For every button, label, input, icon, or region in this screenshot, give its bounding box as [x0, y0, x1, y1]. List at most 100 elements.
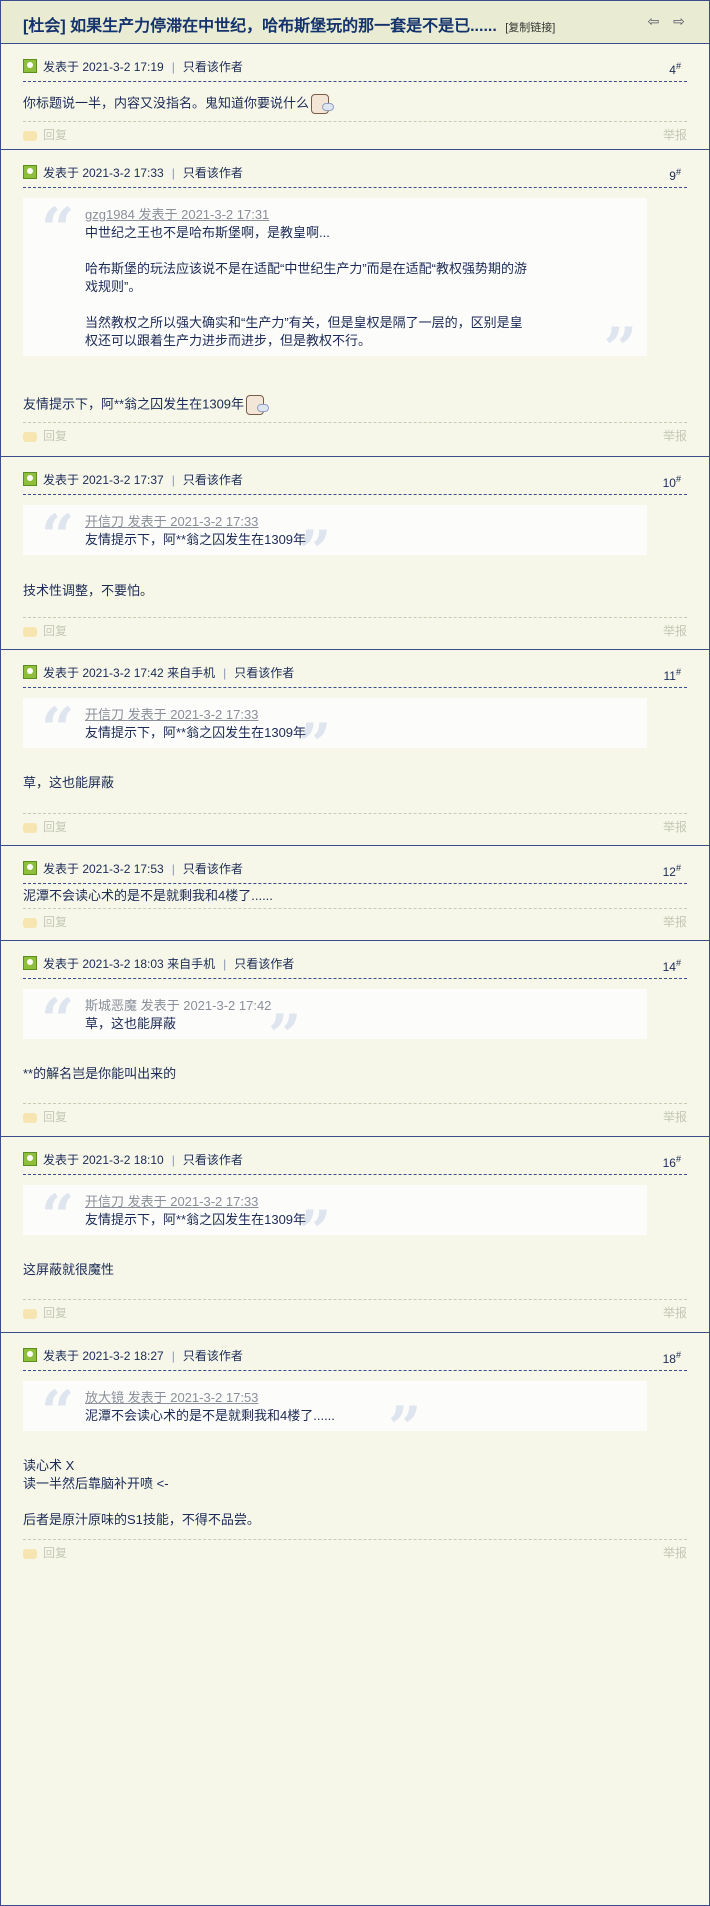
post-text: 你标题说一半，内容又没指名。鬼知道你要说什么 — [23, 95, 310, 111]
post-meta: 发表于 2021-3-2 18:03 来自手机 | 只看该作者 — [43, 957, 295, 971]
next-thread-icon[interactable]: ⇨ — [671, 13, 687, 29]
report-button[interactable]: 举报 — [663, 427, 687, 444]
post-content: 友情提示下，阿**翁之囚发生在1309年 — [23, 393, 687, 417]
post-meta: 发表于 2021-3-2 18:27 | 只看该作者 — [43, 1349, 243, 1363]
floor-number[interactable]: 16# — [663, 1154, 681, 1170]
only-author-link[interactable]: 只看该作者 — [234, 666, 294, 680]
only-author-link[interactable]: 只看该作者 — [183, 166, 243, 180]
quote-block: “ ” 开信刀 发表于 2021-3-2 17:33 友情提示下，阿**翁之囚发… — [23, 1185, 647, 1261]
post-header: 发表于 2021-3-2 18:10 | 只看该作者 16# — [23, 1150, 687, 1175]
only-author-link[interactable]: 只看该作者 — [183, 1153, 243, 1167]
post-footer: 回复 举报 — [23, 422, 687, 445]
post-footer: 回复 举报 — [23, 1539, 687, 1562]
floor-number[interactable]: 10# — [663, 474, 681, 490]
post-text: 泥潭不会读心术的是不是就剩我和4楼了...... — [23, 888, 273, 903]
quote-source-link[interactable]: gzg1984 发表于 2021-3-2 17:31 — [85, 206, 567, 224]
post-content: **的解名岂是你能叫出来的 — [23, 1065, 687, 1083]
floor-number[interactable]: 14# — [663, 958, 681, 974]
quote-source-link[interactable]: 放大镜 发表于 2021-3-2 17:53 — [85, 1389, 567, 1407]
post-header: 发表于 2021-3-2 17:19 | 只看该作者 4# — [23, 57, 687, 82]
user-avatar-icon — [23, 472, 37, 486]
post-content: 读心术 X 读一半然后靠脑补开喷 <- 后者是原汁原味的S1技能，不得不品尝。 — [23, 1457, 687, 1529]
reply-button[interactable]: 回复 — [23, 818, 67, 835]
user-avatar-icon — [23, 956, 37, 970]
reply-button[interactable]: 回复 — [23, 1544, 67, 1561]
post-floor-16: 发表于 2021-3-2 18:10 | 只看该作者 16# “ ” 开信刀 发表于… — [1, 1137, 709, 1333]
only-author-link[interactable]: 只看该作者 — [183, 1349, 243, 1363]
copy-link-button[interactable]: [复制链接] — [505, 22, 555, 34]
only-author-link[interactable]: 只看该作者 — [183, 473, 243, 487]
report-button[interactable]: 举报 — [663, 126, 687, 143]
post-footer: 回复 举报 — [23, 813, 687, 836]
only-author-link[interactable]: 只看该作者 — [234, 957, 294, 971]
post-meta: 发表于 2021-3-2 17:37 | 只看该作者 — [43, 473, 243, 487]
post-header: 发表于 2021-3-2 18:27 | 只看该作者 18# — [23, 1346, 687, 1371]
post-floor-4: 发表于 2021-3-2 17:19 | 只看该作者 4# 你标题说一半，内容又没指… — [1, 44, 709, 150]
only-author-link[interactable]: 只看该作者 — [183, 862, 243, 876]
emoticon-icon — [246, 393, 270, 417]
post-content: 草，这也能屏蔽 — [23, 774, 687, 792]
reply-button[interactable]: 回复 — [23, 1304, 67, 1321]
report-button[interactable]: 举报 — [663, 1108, 687, 1125]
quote-source-link[interactable]: 开信刀 发表于 2021-3-2 17:33 — [85, 706, 567, 724]
post-floor-12: 发表于 2021-3-2 17:53 | 只看该作者 12# 泥潭不会读心术的是不是… — [1, 846, 709, 941]
post-time: 发表于 2021-3-2 17:37 — [43, 473, 164, 487]
quote-line: 哈布斯堡的玩法应该说不是在适配“中世纪生产力”而是在适配“教权强势期的游 — [85, 261, 527, 276]
open-quote-icon: “ — [41, 986, 75, 1054]
only-author-link[interactable]: 只看该作者 — [183, 60, 243, 74]
open-quote-icon: “ — [41, 1378, 75, 1446]
reply-icon — [23, 917, 37, 928]
reply-icon — [23, 1308, 37, 1319]
quote-block: “ ” 开信刀 发表于 2021-3-2 17:33 友情提示下，阿**翁之囚发… — [23, 505, 647, 581]
post-header: 发表于 2021-3-2 17:53 | 只看该作者 12# — [23, 859, 687, 884]
post-meta: 发表于 2021-3-2 17:19 | 只看该作者 — [43, 60, 243, 74]
thread-nav: ⇦ ⇨ — [639, 13, 687, 29]
floor-number[interactable]: 4# — [669, 61, 681, 77]
report-button[interactable]: 举报 — [663, 913, 687, 930]
floor-number[interactable]: 12# — [663, 863, 681, 879]
quote-line: 泥潭不会读心术的是不是就剩我和4楼了...... — [85, 1408, 335, 1423]
post-time: 发表于 2021-3-2 17:19 — [43, 60, 164, 74]
user-avatar-icon — [23, 59, 37, 73]
reply-button[interactable]: 回复 — [23, 622, 67, 639]
post-footer: 回复 举报 — [23, 121, 687, 144]
post-footer: 回复 举报 — [23, 1299, 687, 1322]
post-meta: 发表于 2021-3-2 17:42 来自手机 | 只看该作者 — [43, 666, 295, 680]
open-quote-icon: “ — [41, 502, 75, 570]
post-header: 发表于 2021-3-2 17:42 来自手机 | 只看该作者 11# — [23, 663, 687, 688]
post-time: 发表于 2021-3-2 18:10 — [43, 1153, 164, 1167]
close-quote-icon: ” — [603, 315, 637, 383]
user-avatar-icon — [23, 665, 37, 679]
post-floor-10: 发表于 2021-3-2 17:37 | 只看该作者 10# “ ” 开信刀 发表于… — [1, 457, 709, 650]
quote-line: 友情提示下，阿**翁之囚发生在1309年 — [85, 1212, 307, 1227]
reply-button[interactable]: 回复 — [23, 1108, 67, 1125]
post-text: 技术性调整，不要怕。 — [23, 583, 154, 598]
report-button[interactable]: 举报 — [663, 818, 687, 835]
thread-header: [杜会] 如果生产力停滞在中世纪，哈布斯堡玩的那一套是不是已...... [复制… — [1, 1, 709, 44]
post-floor-9: 发表于 2021-3-2 17:33 | 只看该作者 9# “ ” gzg1984 … — [1, 150, 709, 457]
thread-title-text: [杜会] 如果生产力停滞在中世纪，哈布斯堡玩的那一套是不是已...... — [23, 18, 497, 35]
post-time: 发表于 2021-3-2 17:42 来自手机 — [43, 666, 216, 680]
reply-button[interactable]: 回复 — [23, 126, 67, 143]
reply-button[interactable]: 回复 — [23, 427, 67, 444]
floor-number[interactable]: 9# — [669, 167, 681, 183]
quote-line: 友情提示下，阿**翁之囚发生在1309年 — [85, 725, 307, 740]
reply-icon — [23, 130, 37, 141]
post-floor-18: 发表于 2021-3-2 18:27 | 只看该作者 18# “ ” 放大镜 发表于… — [1, 1333, 709, 1904]
quote-line — [85, 242, 567, 260]
report-button[interactable]: 举报 — [663, 622, 687, 639]
quote-source-link[interactable]: 开信刀 发表于 2021-3-2 17:33 — [85, 513, 567, 531]
quote-line: 友情提示下，阿**翁之囚发生在1309年 — [85, 532, 307, 547]
post-content: 这屏蔽就很魔性 — [23, 1261, 687, 1279]
emoticon-icon — [311, 92, 335, 116]
floor-number[interactable]: 11# — [664, 667, 681, 683]
reply-button[interactable]: 回复 — [23, 913, 67, 930]
report-button[interactable]: 举报 — [663, 1544, 687, 1561]
report-button[interactable]: 举报 — [663, 1304, 687, 1321]
quote-source-link[interactable]: 开信刀 发表于 2021-3-2 17:33 — [85, 1193, 567, 1211]
floor-number[interactable]: 18# — [663, 1350, 681, 1366]
reply-icon — [23, 1548, 37, 1559]
post-time: 发表于 2021-3-2 18:03 来自手机 — [43, 957, 216, 971]
previous-thread-icon[interactable]: ⇦ — [645, 13, 661, 29]
post-time: 发表于 2021-3-2 18:27 — [43, 1349, 164, 1363]
